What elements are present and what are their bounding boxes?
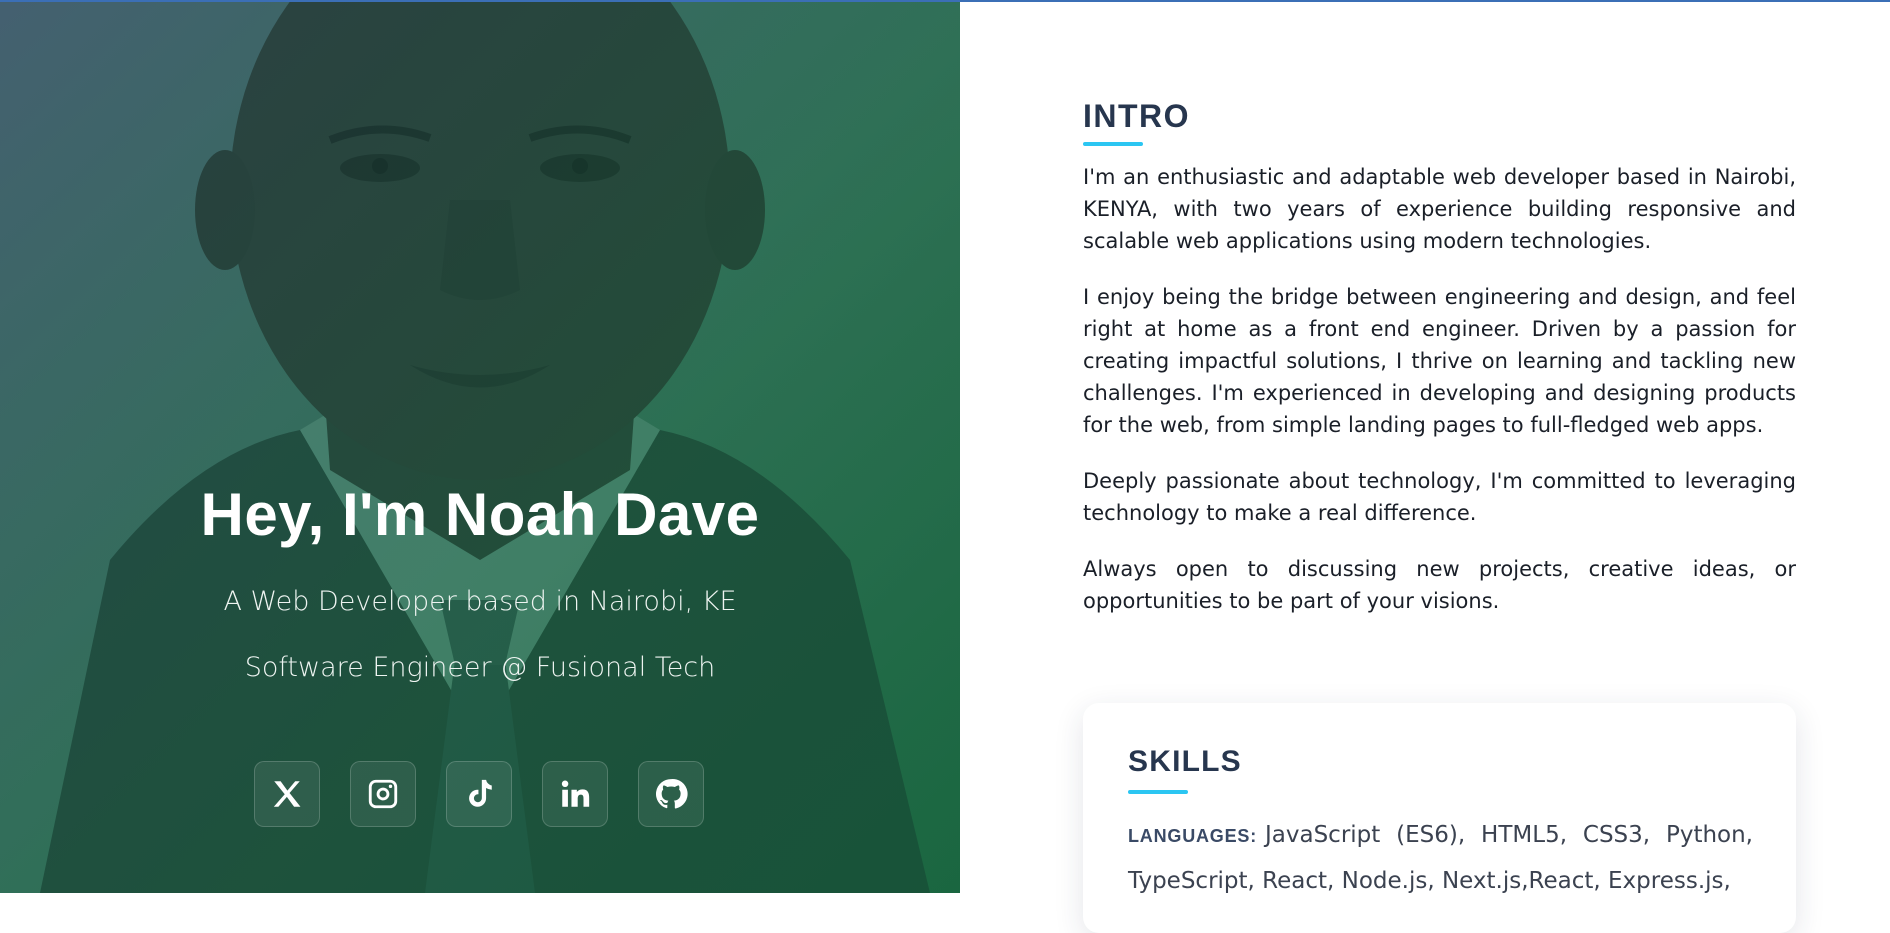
intro-heading-underline	[1083, 142, 1143, 146]
intro-paragraph: I'm an enthusiastic and adaptable web de…	[1083, 165, 1796, 253]
intro-paragraph: Always open to discussing new projects, …	[1083, 557, 1796, 613]
intro-paragraph: I enjoy being the bridge between enginee…	[1083, 285, 1796, 437]
linkedin-link[interactable]	[542, 761, 608, 827]
instagram-icon	[368, 779, 398, 809]
skills-heading-underline	[1128, 790, 1188, 794]
x-icon	[273, 781, 301, 807]
x-link[interactable]	[254, 761, 320, 827]
tiktok-link[interactable]	[446, 761, 512, 827]
languages-label: LANGUAGES:	[1128, 826, 1257, 846]
intro-paragraph: Deeply passionate about technology, I'm …	[1083, 469, 1796, 525]
hero-role: Software Engineer @ Fusional Tech	[244, 652, 716, 683]
about-panel: INTRO I'm an enthusiastic and adaptable …	[960, 0, 1890, 933]
linkedin-icon	[561, 780, 590, 807]
top-accent-line	[0, 0, 1890, 2]
skills-languages: LANGUAGES: JavaScript (ES6), HTML5, CSS3,…	[1128, 813, 1753, 904]
tiktok-icon	[469, 779, 492, 807]
hero-section: Hey, I'm Noah Dave A Web Developer based…	[0, 0, 960, 893]
intro-text: I'm an enthusiastic and adaptable web de…	[1083, 161, 1796, 641]
instagram-link[interactable]	[350, 761, 416, 827]
github-link[interactable]	[638, 761, 704, 827]
hero-content: Hey, I'm Noah Dave A Web Developer based…	[0, 0, 960, 893]
skills-card: SKILLS LANGUAGES: JavaScript (ES6), HTML5…	[1083, 703, 1796, 933]
intro-heading: INTRO	[1083, 98, 1191, 134]
hero-subtitle: A Web Developer based in Nairobi, KE	[223, 586, 737, 617]
github-icon	[655, 779, 688, 809]
social-links	[254, 761, 704, 827]
skills-heading: SKILLS	[1128, 745, 1242, 778]
hero-title: Hey, I'm Noah Dave	[200, 481, 760, 548]
